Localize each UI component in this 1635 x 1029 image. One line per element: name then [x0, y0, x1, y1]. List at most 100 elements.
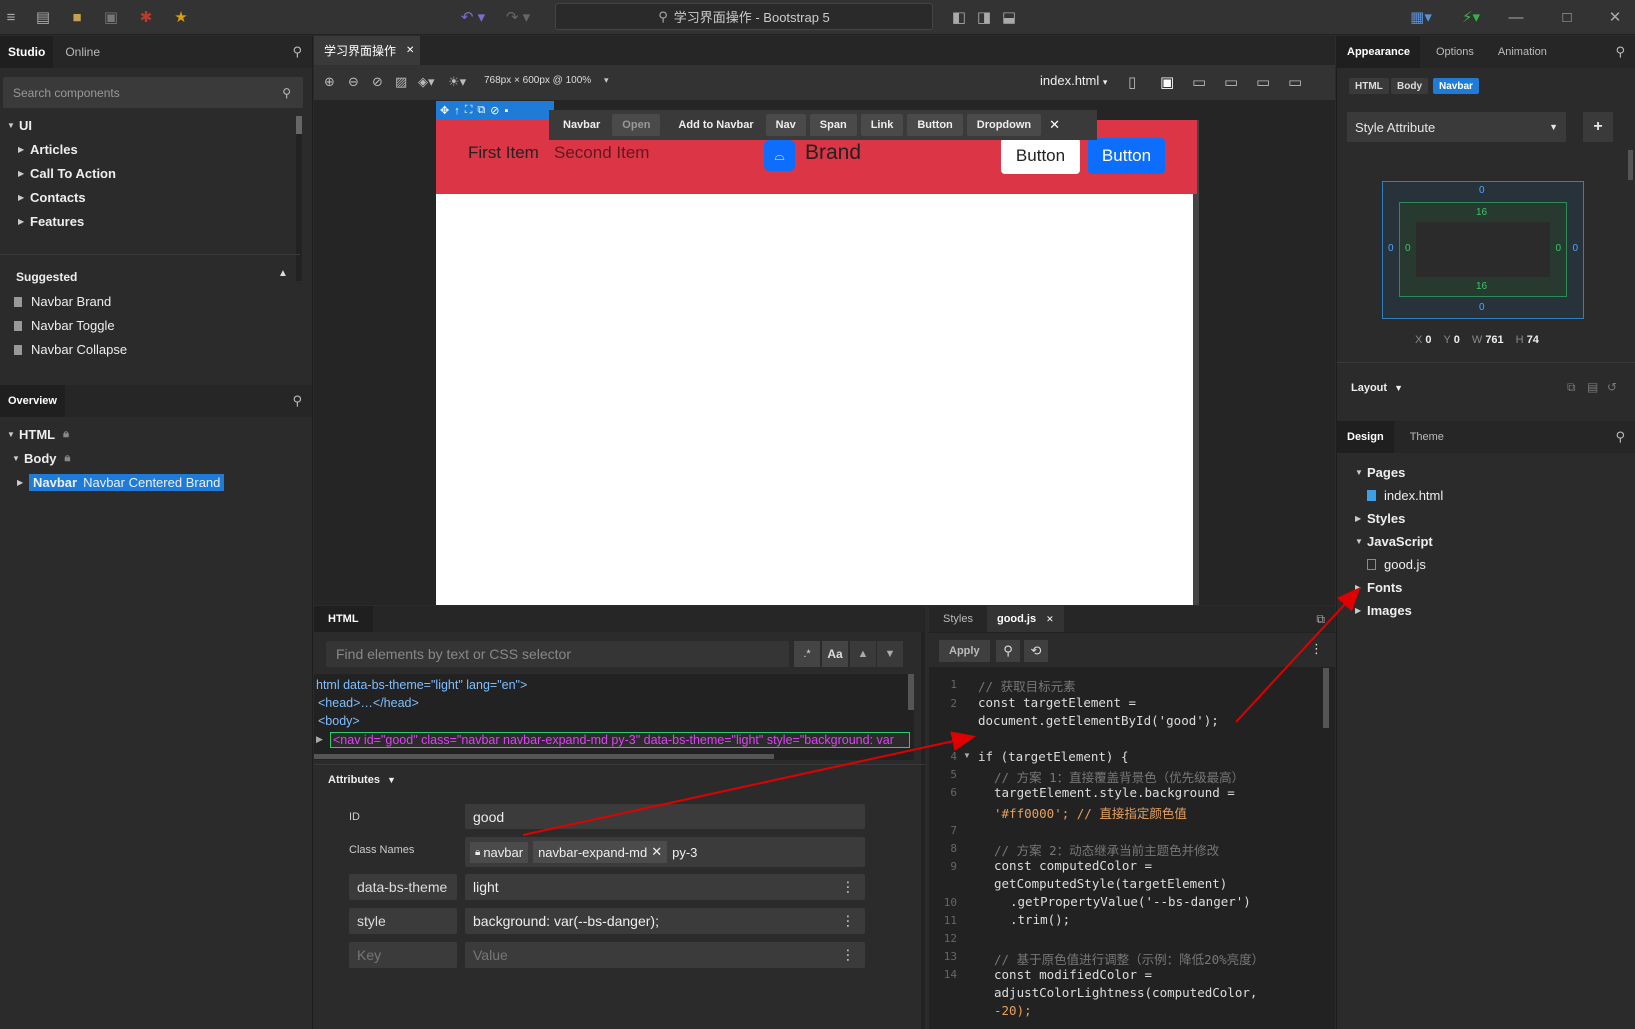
attr-value-style[interactable]: background: var(--bs-danger); ⋮ [465, 908, 865, 934]
nav-first-item[interactable]: First Item [468, 143, 539, 163]
tab-theme[interactable]: Theme [1400, 421, 1454, 453]
scrollbar[interactable] [296, 116, 302, 281]
html-source-view[interactable]: html data-bs-theme="light" lang="en"> <h… [314, 674, 914, 760]
minimize-icon[interactable]: — [1505, 6, 1527, 28]
attr-value-theme[interactable]: light ⋮ [465, 874, 865, 900]
tree-good-js[interactable]: good.js [1367, 557, 1426, 572]
tab-options[interactable]: Options [1426, 36, 1484, 68]
layout-bottom-icon[interactable]: ⬓ [998, 6, 1020, 28]
tab-styles[interactable]: Styles [929, 606, 987, 632]
padding-top-value[interactable]: 16 [1476, 207, 1487, 218]
tree-pages[interactable]: ▼ Pages [1355, 465, 1405, 480]
maximize-icon[interactable]: □ [1556, 6, 1578, 28]
close-icon[interactable]: ✕ [1604, 6, 1626, 28]
add-style-button[interactable]: + [1583, 112, 1613, 142]
settings-gear-icon[interactable]: ✱ [135, 6, 157, 28]
image-icon[interactable]: ▨ [395, 74, 407, 90]
suggested-navbar-toggle[interactable]: Navbar Toggle [14, 318, 115, 333]
add-span-button[interactable]: Span [809, 114, 857, 136]
redo-icon[interactable]: ↷ ▾ [500, 6, 536, 28]
popout-icon[interactable]: ⧉ [1316, 612, 1325, 627]
search-icon[interactable]: ⚲ [1615, 429, 1625, 445]
tree-item-articles[interactable]: ▶ Articles [18, 142, 78, 157]
tree-item-features[interactable]: ▶ Features [18, 214, 84, 229]
x-dim[interactable]: X 0 [1415, 334, 1432, 346]
preview-button-light[interactable]: Button [1001, 138, 1080, 174]
collapse-icon[interactable]: ▲ [278, 268, 288, 279]
padding-right-value[interactable]: 0 [1555, 243, 1561, 254]
layers-icon[interactable]: ◈▾ [418, 74, 435, 90]
search-icon[interactable]: ⚲ [292, 44, 302, 60]
phone-icon[interactable]: ▯ [1128, 73, 1136, 91]
suggested-navbar-collapse[interactable]: Navbar Collapse [14, 342, 127, 357]
more-icon[interactable]: ⋮ [841, 913, 855, 930]
open-folder-icon[interactable]: ■ [66, 6, 88, 28]
find-prev-icon[interactable]: ▲ [850, 641, 876, 667]
monitor-icon[interactable]: ▭ [1288, 73, 1302, 91]
replace-icon[interactable]: ⟲ [1024, 640, 1048, 662]
apply-button[interactable]: Apply [939, 640, 990, 662]
margin-right-value[interactable]: 0 [1572, 243, 1578, 254]
class-chip[interactable]: navbar-expand-md ✕ [533, 841, 668, 863]
tree-ui[interactable]: ▼ UI [7, 118, 32, 133]
nav-second-item[interactable]: Second Item [554, 143, 649, 163]
fold-caret-icon[interactable]: ▼ [963, 751, 971, 760]
html-line-4-selected[interactable]: <nav id="good" class="navbar navbar-expa… [330, 732, 910, 748]
case-toggle[interactable]: Aa [822, 641, 848, 667]
tablet-landscape-icon[interactable]: ▭ [1192, 73, 1206, 91]
layout-left-icon[interactable]: ◧ [948, 6, 970, 28]
layout-right-icon[interactable]: ◨ [973, 6, 995, 28]
tab-overview[interactable]: Overview [0, 385, 65, 417]
zoom-in-icon[interactable]: ⊕ [324, 74, 335, 90]
rotate-icon[interactable]: ⊘ [372, 74, 383, 90]
tree-styles[interactable]: ▶ Styles [1355, 511, 1405, 526]
tab-good-js[interactable]: good.js ✕ [986, 606, 1064, 632]
find-next-icon[interactable]: ▼ [877, 641, 903, 667]
tree-images[interactable]: ▶ Images [1355, 603, 1412, 618]
tree-item-call-to-action[interactable]: ▶ Call To Action [18, 166, 116, 181]
find-elements-input[interactable]: Find elements by text or CSS selector [326, 641, 789, 667]
attr-value-input[interactable]: Value ⋮ [465, 942, 865, 968]
save-icon[interactable]: ▣ [100, 6, 122, 28]
style-attribute-select[interactable]: Style Attribute ▼ [1347, 112, 1566, 142]
preview-button-primary[interactable]: Button [1088, 138, 1165, 174]
undo-icon[interactable]: ↶ ▾ [455, 6, 491, 28]
overview-body[interactable]: ▼ Body 🔒︎ [12, 451, 70, 466]
padding-left-value[interactable]: 0 [1405, 243, 1411, 254]
w-dim[interactable]: W 761 [1472, 334, 1504, 346]
attr-key-style[interactable]: style [349, 908, 457, 934]
vertical-scrollbar[interactable] [1628, 150, 1633, 180]
preview-icon[interactable]: ▦▾ [1404, 6, 1438, 28]
star-icon[interactable]: ★ [170, 6, 192, 28]
tab-appearance[interactable]: Appearance [1337, 36, 1420, 68]
vertical-scrollbar[interactable] [908, 674, 914, 710]
close-icon[interactable]: ✕ [406, 45, 414, 56]
delete-icon[interactable]: ▪ [505, 105, 509, 117]
tree-fonts[interactable]: ▶ Fonts [1355, 580, 1402, 595]
close-icon[interactable]: ✕ [1049, 117, 1060, 133]
file-select[interactable]: index.html ▾ [1040, 73, 1107, 88]
canvas-size-label[interactable]: 768px × 600px @ 100% [484, 75, 591, 86]
caret-right-icon[interactable]: ▶ [316, 734, 323, 745]
class-names-input[interactable]: 🔒︎ navbar navbar-expand-md ✕ py-3 [465, 837, 865, 867]
document-tab[interactable]: 学习界面操作 ✕ [314, 36, 420, 65]
nav-brand[interactable]: Brand [805, 141, 861, 165]
remove-icon[interactable]: ✕ [651, 844, 662, 860]
brightness-icon[interactable]: ☀▾ [448, 74, 466, 90]
margin-bottom-value[interactable]: 0 [1479, 302, 1485, 313]
search-icon[interactable]: ⚲ [996, 640, 1020, 662]
add-nav-button[interactable]: Nav [765, 114, 806, 136]
add-dropdown-button[interactable]: Dropdown [966, 114, 1042, 136]
breadcrumb-html[interactable]: HTML [1349, 78, 1389, 94]
code-editor[interactable]: 1 2 3 4 5 6 7 8 9 10 11 12 13 14 ▼ // 获取… [929, 668, 1329, 1029]
y-dim[interactable]: Y 0 [1444, 334, 1460, 346]
suggested-navbar-brand[interactable]: Navbar Brand [14, 294, 111, 309]
add-link-button[interactable]: Link [860, 114, 904, 136]
regex-toggle[interactable]: .* [794, 641, 820, 667]
tab-studio[interactable]: Studio [0, 36, 54, 68]
tab-design[interactable]: Design [1337, 421, 1394, 453]
layout-header[interactable]: Layout ▼ [1351, 382, 1403, 394]
parent-arrow-icon[interactable]: ↑ [454, 105, 460, 117]
more-icon[interactable]: ⋮ [1310, 641, 1323, 657]
desktop-icon[interactable]: ▭ [1256, 73, 1270, 91]
